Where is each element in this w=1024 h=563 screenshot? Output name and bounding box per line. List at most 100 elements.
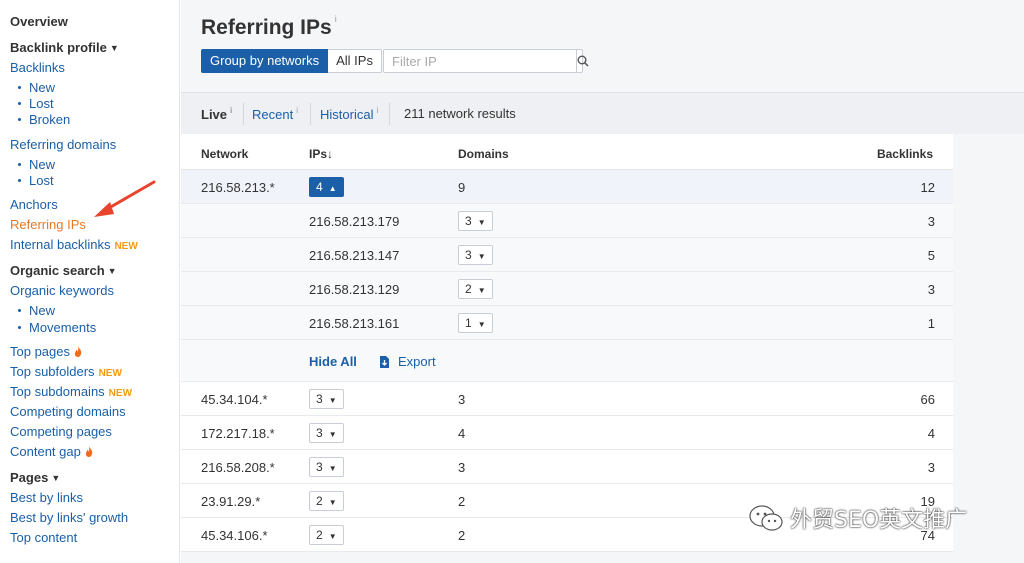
search-button[interactable] [576,50,589,72]
sidebar-item-organic-new[interactable]: New [18,303,55,319]
ips-dropdown[interactable]: 2 ▼ [309,525,344,545]
export-button[interactable]: Export [379,354,436,369]
group-toggle: Group by networks All IPs [201,49,382,73]
domains-dropdown[interactable]: 2 ▼ [458,279,493,299]
ip-cell: 216.58.213.129 [309,282,400,297]
group-by-networks-button[interactable]: Group by networks [201,49,329,73]
sidebar-item-content-gap[interactable]: Content gap [10,444,93,460]
sidebar-item-top-content[interactable]: Top content [10,530,77,546]
sidebar-item-top-subfolders[interactable]: Top subfolders NEW [10,364,122,382]
sidebar-item-label: Top subfolders [10,364,95,379]
hide-all-button[interactable]: Hide All [309,354,357,369]
domains-dropdown[interactable]: 3 ▼ [458,245,493,265]
sidebar-backlink-profile[interactable]: Backlink profile ▼ [10,40,119,56]
data-mode-tabs: Live i Recent i Historical i 211 network re… [181,92,1024,134]
filter-box [383,49,589,73]
tab-historical-label: Historical [320,107,374,122]
sidebar-item-top-subdomains[interactable]: Top subdomains NEW [10,384,132,402]
caret-down-icon: ▼ [477,320,486,329]
sidebar-item-backlinks-lost[interactable]: Lost [18,96,54,112]
sidebar-item-best-by-links-growth[interactable]: Best by links' growth [10,510,128,526]
annotation-arrow-icon [94,180,156,217]
ips-dropdown[interactable]: 3 ▼ [309,457,344,477]
column-backlinks[interactable]: Backlinks [877,147,933,161]
network-cell: 45.34.104.* [201,392,268,407]
tab-divider [310,103,311,125]
sidebar-sub-label: Lost [29,96,54,111]
column-network[interactable]: Network [201,147,248,161]
column-domains[interactable]: Domains [458,147,509,161]
tab-historical[interactable]: Historical i [320,106,378,122]
caret-down-icon: ▼ [328,396,337,405]
ips-dropdown-open[interactable]: 4 ▲ [309,177,344,197]
sidebar-item-referring-domains-new[interactable]: New [18,157,55,173]
sidebar-item-competing-pages[interactable]: Competing pages [10,424,112,440]
table-subrow: 216.58.213.161 1 ▼ 1 [181,306,953,340]
info-icon[interactable]: i [335,14,337,24]
tab-divider [243,103,244,125]
sidebar-item-organic-keywords[interactable]: Organic keywords [10,283,114,299]
domains-count: 3 [465,214,472,228]
sidebar-item-referring-domains-lost[interactable]: Lost [18,173,54,189]
caret-down-icon: ▼ [107,266,117,276]
table-row-expanded: 216.58.213.* 4 ▲ 9 12 [181,170,953,204]
ips-count: 2 [316,528,323,542]
new-badge: NEW [98,368,122,379]
expanded-actions: Hide All Export [181,340,953,382]
sidebar-overview[interactable]: Overview [10,14,68,30]
table-row: 45.34.104.* 3 ▼ 3 66 [181,382,953,416]
info-icon: i [296,106,298,115]
sidebar-item-backlinks-new[interactable]: New [18,80,55,96]
caret-down-icon: ▼ [51,473,61,483]
table-subrow: 216.58.213.147 3 ▼ 5 [181,238,953,272]
sidebar-item-competing-domains[interactable]: Competing domains [10,404,126,420]
info-icon: i [376,106,379,115]
backlinks-cell: 66 [920,392,935,407]
table-row: 172.217.18.* 3 ▼ 4 4 [181,416,953,450]
backlinks-cell: 1 [927,316,935,331]
table-header: Network IPs↓ Domains Backlinks [181,134,953,170]
sidebar-sub-label: Lost [29,173,54,188]
table-subrow: 216.58.213.179 3 ▼ 3 [181,204,953,238]
domains-count: 3 [465,248,472,262]
column-ips[interactable]: IPs↓ [309,147,333,161]
sidebar-item-best-by-links[interactable]: Best by links [10,490,83,506]
caret-down-icon: ▼ [109,43,119,53]
sidebar-organic-search-label: Organic search [10,263,105,278]
sidebar-item-organic-movements[interactable]: Movements [18,320,96,336]
results-count: 211 network results [404,106,516,121]
sidebar-item-backlinks[interactable]: Backlinks [10,60,65,76]
sidebar-item-label: Top subdomains [10,384,105,399]
domains-dropdown[interactable]: 3 ▼ [458,211,493,231]
ips-dropdown[interactable]: 3 ▼ [309,389,344,409]
bullet-icon [18,118,21,122]
network-cell: 23.91.29.* [201,494,261,509]
ip-cell: 216.58.213.179 [309,214,400,229]
tab-recent[interactable]: Recent i [252,106,298,122]
export-label: Export [398,354,436,369]
sidebar-item-referring-domains[interactable]: Referring domains [10,137,116,153]
caret-down-icon: ▼ [477,286,486,295]
ip-cell: 216.58.213.147 [309,248,400,263]
ips-dropdown[interactable]: 3 ▼ [309,423,344,443]
sidebar-pages[interactable]: Pages ▼ [10,470,60,486]
all-ips-button[interactable]: All IPs [328,49,382,73]
tab-live[interactable]: Live i [201,106,232,122]
filter-ip-input[interactable] [384,50,576,72]
bullet-icon [18,326,21,330]
bullet-icon [18,309,21,313]
sidebar-organic-search[interactable]: Organic search ▼ [10,263,117,279]
backlinks-cell: 12 [920,180,935,195]
domains-cell: 4 [458,426,466,441]
network-cell: 172.217.18.* [201,426,275,441]
sidebar-item-referring-ips[interactable]: Referring IPs [10,217,86,233]
sidebar-item-top-pages[interactable]: Top pages [10,344,82,360]
sidebar-item-backlinks-broken[interactable]: Broken [18,112,70,128]
column-ips-label: IPs [309,147,328,161]
sidebar-item-anchors[interactable]: Anchors [10,197,58,213]
caret-down-icon: ▼ [477,252,486,261]
domains-dropdown[interactable]: 1 ▼ [458,313,493,333]
referring-ips-table: Network IPs↓ Domains Backlinks 216.58.21… [181,134,953,552]
ips-dropdown[interactable]: 2 ▼ [309,491,344,511]
sidebar-item-internal-backlinks[interactable]: Internal backlinks NEW [10,237,138,255]
